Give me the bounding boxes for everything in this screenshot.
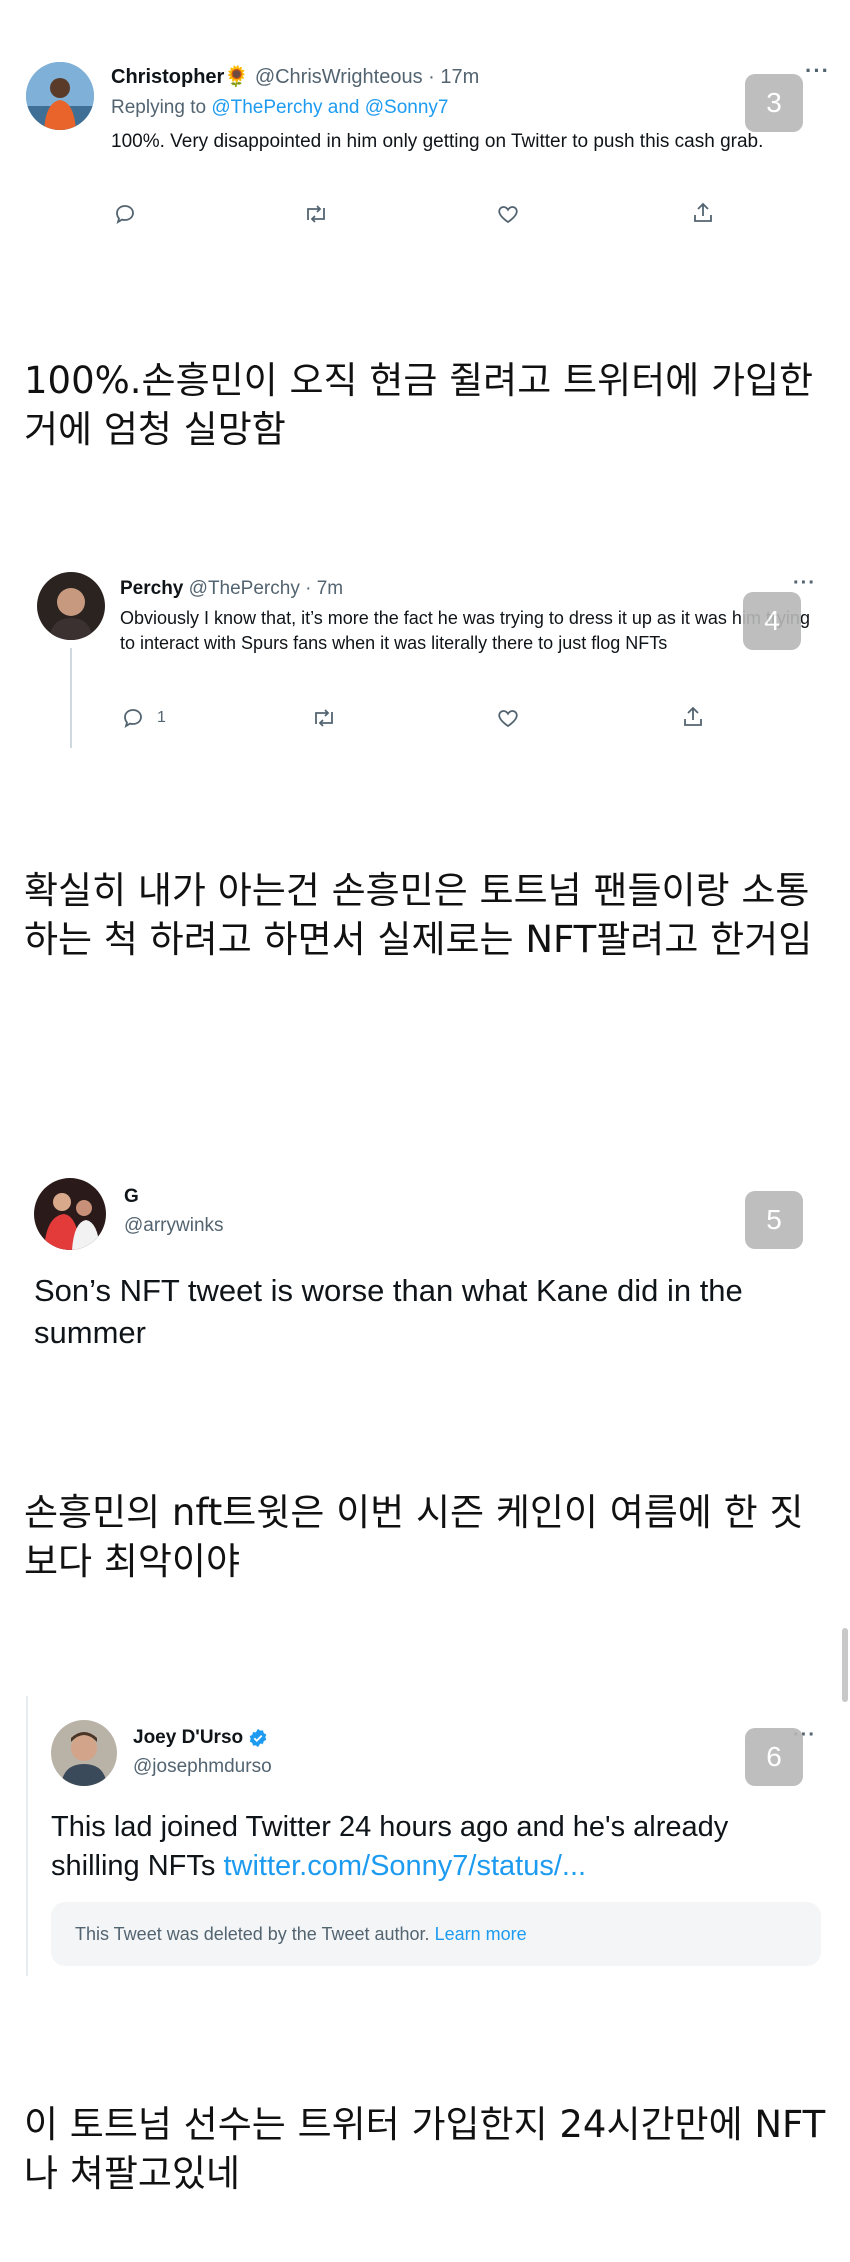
author-handle[interactable]: @josephmdurso xyxy=(133,1756,272,1778)
image-number-badge: 5 xyxy=(745,1191,803,1249)
image-number-badge: 4 xyxy=(743,592,801,650)
reply-count: 1 xyxy=(157,709,166,726)
tweet-text: 100%. Very disappointed in him only gett… xyxy=(111,131,764,152)
author-name[interactable]: Joey D'Urso xyxy=(133,1727,243,1749)
author-handle[interactable]: @ChrisWrighteous xyxy=(255,66,423,88)
deleted-notice-text: This Tweet was deleted by the Tweet auth… xyxy=(75,1923,435,1944)
thread-line xyxy=(70,648,72,748)
avatar-joey-durso[interactable] xyxy=(51,1720,117,1786)
image-number-badge: 3 xyxy=(745,74,803,132)
korean-translation-3: 손흥민의 nft트윗은 이번 시즌 케인이 여름에 한 짓보다 최악이야 xyxy=(24,1491,804,1583)
tweet-text: Son’s NFT tweet is worse than what Kane … xyxy=(34,1273,743,1350)
author-handle[interactable]: @ThePerchy xyxy=(189,578,300,599)
more-options-icon[interactable]: ··· xyxy=(793,572,816,595)
author-name[interactable]: Christopher xyxy=(111,66,224,88)
retweet-icon[interactable] xyxy=(310,706,338,730)
sunflower-emoji: 🌻 xyxy=(224,66,250,88)
reply-icon[interactable] xyxy=(113,202,137,226)
like-icon[interactable] xyxy=(496,202,520,226)
share-icon[interactable] xyxy=(691,201,715,225)
reply-button[interactable]: 1 xyxy=(121,706,166,730)
author-name[interactable]: G xyxy=(124,1186,139,1208)
avatar-perchy[interactable] xyxy=(37,572,105,640)
more-options-icon[interactable]: ··· xyxy=(805,58,830,84)
tweet-text: Obviously I know that, it’s more the fac… xyxy=(120,608,810,653)
image-number-badge: 6 xyxy=(745,1728,803,1786)
replying-to-users[interactable]: @ThePerchy and @Sonny7 xyxy=(211,97,448,118)
share-icon[interactable] xyxy=(681,705,705,729)
card-left-border xyxy=(26,1696,28,1976)
korean-translation-1: 100%.손흥민이 오직 현금 쥘려고 트위터에 가입한거에 엄청 실망함 xyxy=(24,359,814,451)
reply-icon xyxy=(124,709,142,728)
learn-more-link[interactable]: Learn more xyxy=(435,1924,527,1944)
author-name[interactable]: Perchy xyxy=(120,578,183,599)
verified-badge-icon xyxy=(249,1728,267,1748)
author-handle[interactable]: @arrywinks xyxy=(124,1215,224,1237)
tweet-time[interactable]: · 7m xyxy=(305,578,343,599)
tweet-time[interactable]: · 17m xyxy=(428,66,479,88)
tweet-link[interactable]: twitter.com/Sonny7/status/... xyxy=(223,1850,586,1882)
avatar-g[interactable] xyxy=(34,1178,106,1250)
like-icon[interactable] xyxy=(496,706,520,730)
scrollbar-thumb[interactable] xyxy=(842,1628,848,1702)
korean-translation-2: 확실히 내가 아는건 손흥민은 토트넘 팬들이랑 소통하는 척 하려고 하면서 … xyxy=(24,869,813,961)
retweet-icon[interactable] xyxy=(302,202,330,226)
deleted-tweet-notice: This Tweet was deleted by the Tweet auth… xyxy=(51,1902,821,1966)
avatar-christopher[interactable] xyxy=(26,62,94,130)
replying-to-label: Replying to xyxy=(111,97,212,118)
korean-translation-4: 이 토트넘 선수는 트위터 가입한지 24시간만에 NFT나 쳐팔고있네 xyxy=(24,2103,826,2195)
